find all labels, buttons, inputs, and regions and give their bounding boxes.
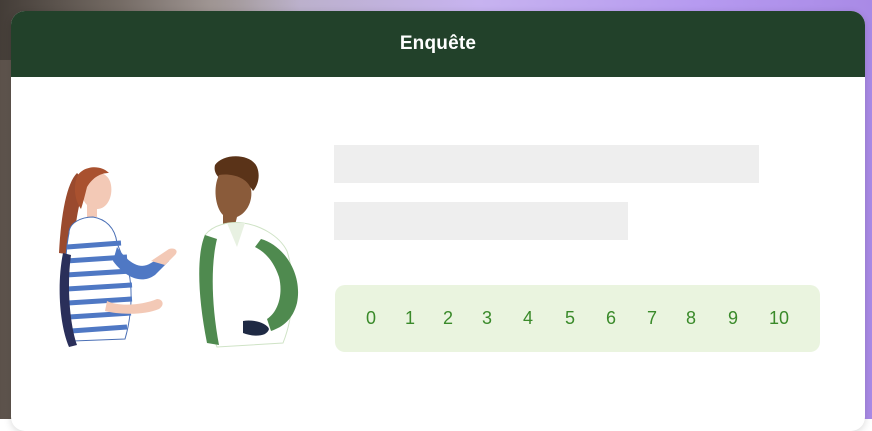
scale-option-1[interactable]: 1 bbox=[396, 285, 424, 352]
survey-header: Enquête bbox=[11, 11, 865, 77]
question-placeholder-line-2 bbox=[334, 202, 628, 240]
woman-figure bbox=[59, 167, 177, 347]
question-placeholder-line-1 bbox=[334, 145, 759, 183]
man-figure bbox=[199, 156, 299, 348]
rating-scale: 0 1 2 3 4 5 6 7 8 9 10 bbox=[335, 285, 820, 352]
scale-option-0[interactable]: 0 bbox=[357, 285, 385, 352]
scale-option-2[interactable]: 2 bbox=[434, 285, 462, 352]
scale-option-5[interactable]: 5 bbox=[556, 285, 584, 352]
scale-option-4[interactable]: 4 bbox=[514, 285, 542, 352]
scale-option-6[interactable]: 6 bbox=[597, 285, 625, 352]
scale-option-9[interactable]: 9 bbox=[719, 285, 747, 352]
survey-card: Enquête 0 1 2 3 4 5 6 7 8 9 10 bbox=[11, 11, 865, 431]
scale-option-10[interactable]: 10 bbox=[765, 285, 793, 352]
scale-option-3[interactable]: 3 bbox=[473, 285, 501, 352]
scale-option-7[interactable]: 7 bbox=[638, 285, 666, 352]
survey-title: Enquête bbox=[399, 33, 477, 54]
two-people-conversation-illustration bbox=[59, 156, 299, 348]
scale-option-8[interactable]: 8 bbox=[677, 285, 705, 352]
